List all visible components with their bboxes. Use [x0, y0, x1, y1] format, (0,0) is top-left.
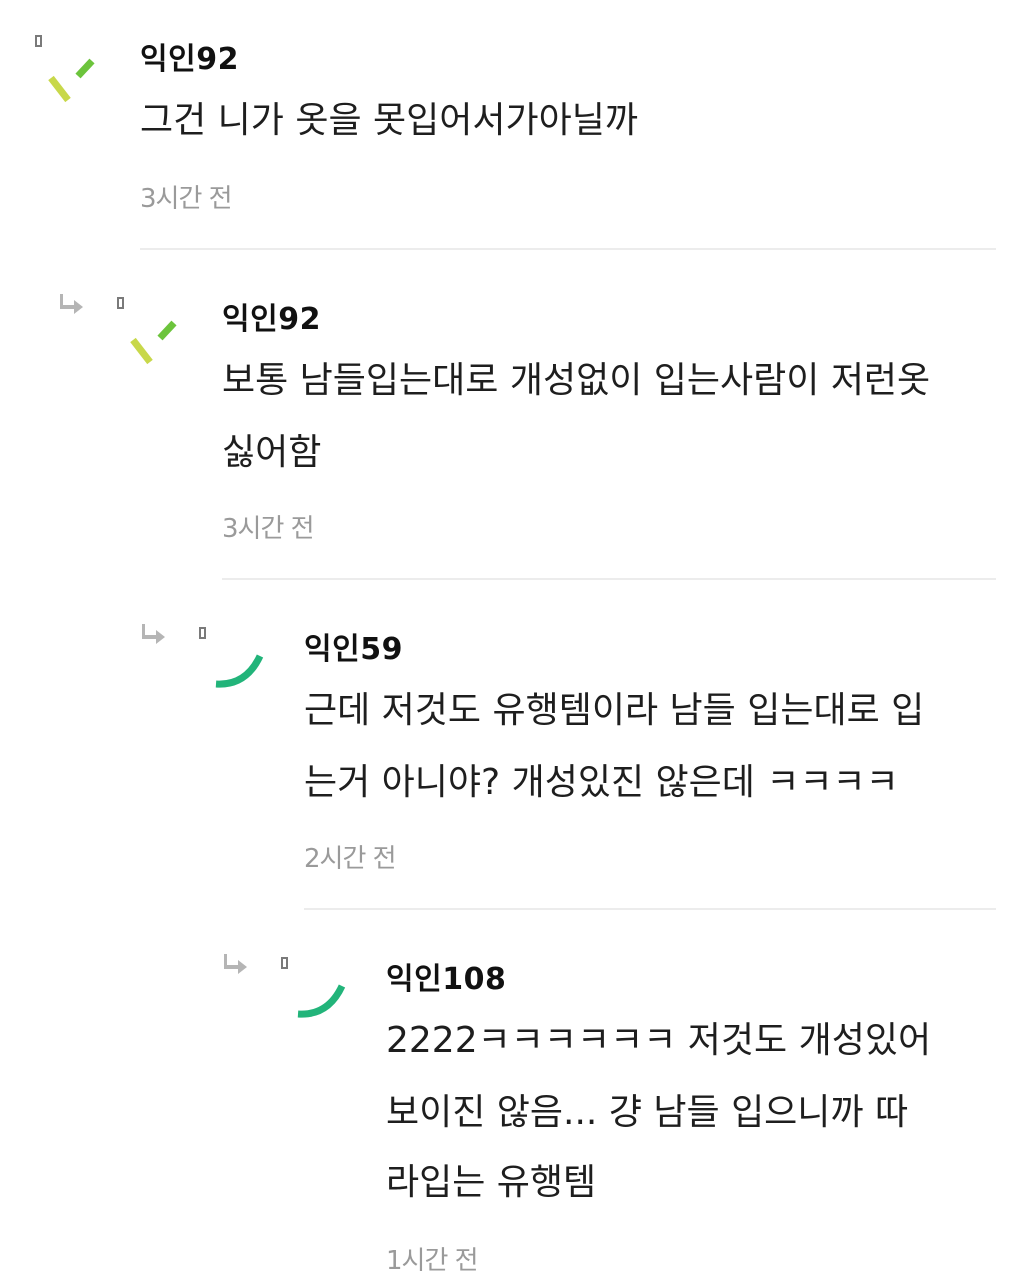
timestamp: 3시간 전 [140, 184, 233, 214]
timestamp: 3시간 전 [222, 514, 315, 544]
comment-text-line: 2222ㅋㅋㅋㅋㅋㅋ 저것도 개성있어 [386, 1020, 932, 1061]
comment-text-line: 싫어함 [222, 432, 322, 473]
comment-text-line: 는거 아니야? 개성있진 않은데 ㅋㅋㅋㅋ [304, 762, 899, 803]
comment-text-line: 라입는 유행템 [386, 1162, 597, 1203]
nickname[interactable]: 익인59 [304, 624, 403, 668]
nickname[interactable]: 익인92 [222, 294, 321, 338]
comment-text-line: 보통 남들입는대로 개성없이 입는사람이 저런옷 [222, 360, 931, 401]
divider [304, 908, 996, 910]
reply-item: 익인59 근데 저것도 유행템이라 남들 입는대로 입 는거 아니야? 개성있진… [0, 582, 1024, 912]
nickname[interactable]: 익인92 [140, 34, 239, 78]
reply-item: 익인108 2222ㅋㅋㅋㅋㅋㅋ 저것도 개성있어 보이진 않음... 걍 남들… [0, 912, 1024, 1288]
reply-arrow-icon [142, 624, 165, 644]
nickname[interactable]: 익인108 [386, 954, 506, 998]
reply-arrow-icon [224, 954, 247, 974]
smile-arc-avatar-icon [281, 957, 346, 1018]
divider [140, 248, 996, 250]
divider [222, 578, 996, 580]
comment-text-line: 근데 저것도 유행템이라 남들 입는대로 입 [304, 690, 925, 731]
timestamp: 2시간 전 [304, 844, 397, 874]
check-mark-avatar-icon [117, 297, 177, 365]
comment-text: 그건 니가 옷을 못입어서가아닐까 [140, 100, 639, 141]
timestamp: 1시간 전 [386, 1246, 479, 1276]
smile-arc-avatar-icon [199, 627, 264, 688]
reply-arrow-icon [60, 294, 83, 314]
check-mark-avatar-icon [35, 35, 95, 103]
reply-item: 익인92 보통 남들입는대로 개성없이 입는사람이 저런옷 싫어함 3시간 전 [0, 252, 1024, 582]
comment-text-line: 보이진 않음... 걍 남들 입으니까 따 [386, 1092, 909, 1133]
comment-item: 익인92 그건 니가 옷을 못입어서가아닐까 3시간 전 [0, 0, 1024, 252]
